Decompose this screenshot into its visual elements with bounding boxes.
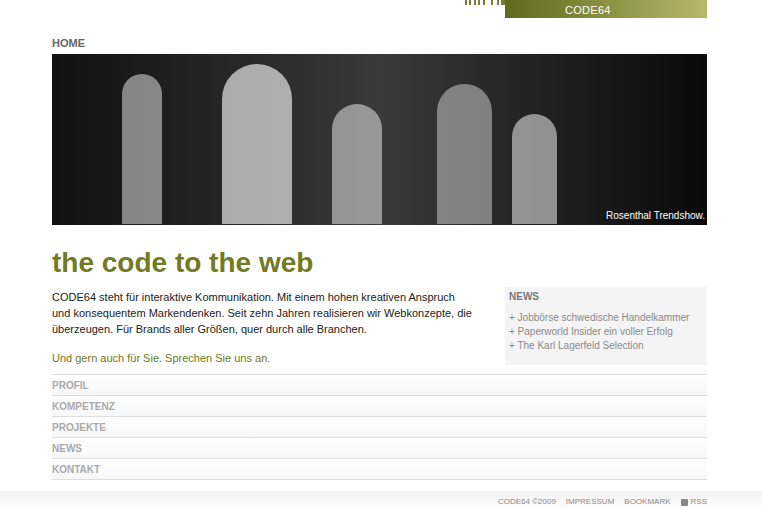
menu-item[interactable]: PROJEKTE <box>52 417 707 438</box>
menu-label[interactable]: NEWS <box>52 441 82 456</box>
footer-label[interactable]: CODE64 ©2009 <box>498 497 556 507</box>
logo-mark-icon <box>465 0 505 6</box>
hero-caption: Rosenthal Trendshow. <box>606 210 705 222</box>
menu-item[interactable]: KONTAKT <box>52 459 707 480</box>
menu-label[interactable]: PROFIL <box>52 378 89 393</box>
intro-text: CODE64 steht für interaktive Kommunikati… <box>52 289 472 337</box>
news-item[interactable]: + The Karl Lagerfeld Selection <box>509 339 703 353</box>
rss-icon <box>681 499 688 506</box>
news-item[interactable]: + Jobbörse schwedische Handelkammer <box>509 311 703 325</box>
footer: CODE64 ©2009 IMPRESSUM BOOKMARK RSS <box>0 491 762 508</box>
footer-label[interactable]: RSS <box>691 497 707 507</box>
menu-label[interactable]: KOMPETENZ <box>52 399 115 414</box>
menu-item[interactable]: KOMPETENZ <box>52 396 707 417</box>
footer-link[interactable]: IMPRESSUM <box>566 497 614 507</box>
cta-text: Und gern auch für Sie. Sprechen Sie uns … <box>52 350 472 366</box>
news-item[interactable]: + Paperworld Insider ein voller Erfolg <box>509 325 703 339</box>
footer-link[interactable]: CODE64 ©2009 <box>498 497 556 507</box>
footer-link[interactable]: BOOKMARK <box>624 497 670 507</box>
logo[interactable]: CODE64 <box>505 0 707 18</box>
home-link[interactable]: HOME <box>52 37 85 49</box>
footer-label[interactable]: BOOKMARK <box>624 497 670 507</box>
menu-item[interactable]: NEWS <box>52 438 707 459</box>
news-box: NEWS + Jobbörse schwedische Handelkammer… <box>505 287 707 365</box>
menu-item[interactable]: PROFIL <box>52 375 707 396</box>
footer-label[interactable]: IMPRESSUM <box>566 497 614 507</box>
menu-label[interactable]: PROJEKTE <box>52 420 106 435</box>
headline: the code to the web <box>52 247 707 279</box>
footer-link[interactable]: RSS <box>681 497 707 507</box>
news-title: NEWS <box>509 291 703 303</box>
menu-label[interactable]: KONTAKT <box>52 462 100 477</box>
hero-image: Rosenthal Trendshow. <box>52 54 707 225</box>
